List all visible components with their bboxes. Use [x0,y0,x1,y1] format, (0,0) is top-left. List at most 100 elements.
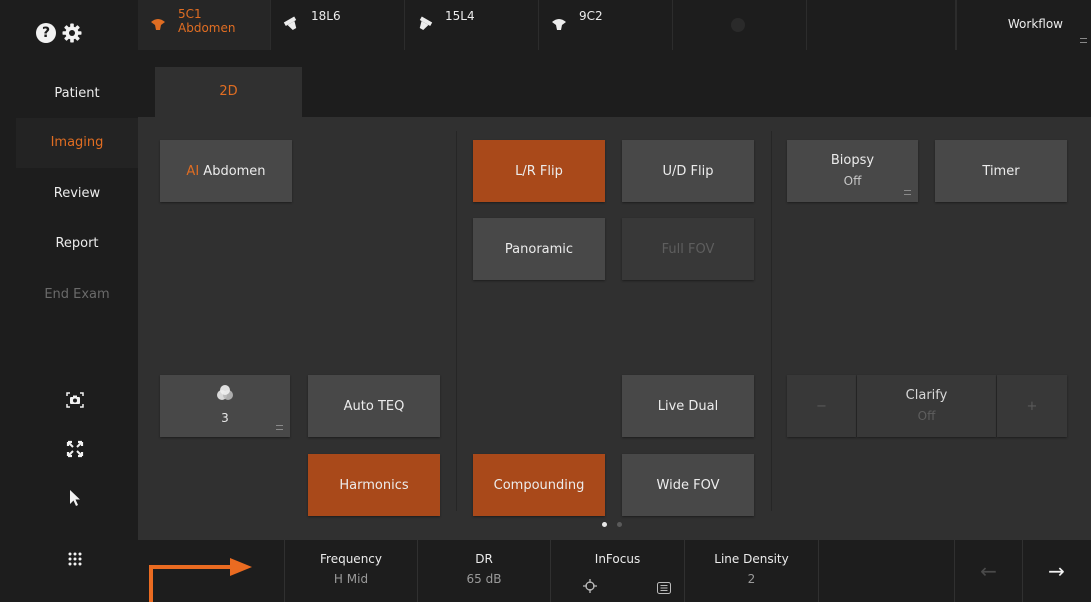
ud-flip-button[interactable]: U/D Flip [622,140,754,202]
crosshair-icon [583,578,597,597]
probe-tab-9c2[interactable]: 9C2 [539,0,673,50]
panoramic-button[interactable]: Panoramic [473,218,605,280]
colorize-icon [216,384,234,408]
wide-fov-label: Wide FOV [656,477,720,493]
clarify-value: Off [917,408,936,423]
arrow-left-icon: ← [980,559,997,583]
minus-icon: − [816,398,827,414]
tab-row: 2D [138,50,1091,117]
ud-flip-label: U/D Flip [662,163,714,179]
frequency-label: Frequency [320,552,382,566]
gear-icon[interactable] [61,22,83,44]
infocus-control[interactable]: InFocus [550,540,684,602]
probe-name: 15L4 [445,9,475,23]
linear-probe-icon [415,13,435,37]
clarify-plus-button[interactable]: + [997,375,1067,437]
frequency-value: H Mid [333,572,369,586]
callout-arrow-shaft [149,565,233,569]
menu-icon [276,425,283,430]
bottom-parameter-bar: Frequency H Mid DR 65 dB InFocus Line De… [138,540,1091,602]
next-page-button[interactable]: → [1022,540,1090,602]
full-fov-label: Full FOV [661,241,715,257]
clarify-button[interactable]: Clarify Off [857,375,996,437]
clarify-minus-button[interactable]: − [787,375,856,437]
probe-preset: Abdomen [178,21,236,35]
probe-name: 5C1 [178,7,202,21]
list-menu-icon[interactable] [657,579,671,598]
panoramic-label: Panoramic [504,241,574,257]
harmonics-label: Harmonics [339,477,409,493]
left-navigation: Patient Imaging Review Report End Exam [0,67,138,602]
probe-bar: 5C1 Abdomen 18L6 15L4 9C2 Workflow [138,0,1091,50]
dr-value: 65 dB [466,572,502,586]
probe-tab-empty[interactable] [673,0,807,50]
biopsy-label: Biopsy [830,152,875,168]
curved-probe-icon [148,13,168,37]
callout-arrow-head [230,558,252,576]
nav-imaging[interactable]: Imaging [16,118,138,168]
probe-placeholder-icon [731,18,745,32]
compounding-label: Compounding [493,477,585,493]
probe-name: 9C2 [579,9,603,23]
nav-report[interactable]: Report [16,219,138,269]
curved-probe-icon [549,13,569,37]
column-divider [771,131,772,511]
clarify-label: Clarify [905,387,948,403]
callout-arrow-stem [149,565,153,602]
timer-button[interactable]: Timer [935,140,1067,202]
lr-flip-button[interactable]: L/R Flip [473,140,605,202]
compounding-button[interactable]: Compounding [473,454,605,516]
ai-prefix: AI [186,163,200,179]
probe-tab-15l4[interactable]: 15L4 [405,0,539,50]
app-grid-icon[interactable] [60,544,90,574]
workflow-label: Workflow [1007,17,1063,31]
dr-control[interactable]: DR 65 dB [417,540,550,602]
probe-tab-18l6[interactable]: 18L6 [271,0,405,50]
fullscreen-icon[interactable] [60,434,90,464]
nav-end-exam[interactable]: End Exam [16,270,138,320]
ai-abdomen-button[interactable]: AI Abdomen [160,140,292,202]
colorize-button[interactable]: 3 [160,375,290,437]
empty-parameter-slot [818,540,952,602]
pointer-icon[interactable] [60,483,90,513]
help-icon[interactable]: ? [36,23,56,43]
auto-teq-label: Auto TEQ [343,398,405,414]
linear-probe-icon [281,13,301,37]
menu-icon [904,190,911,195]
camera-icon[interactable] [60,385,90,415]
ai-label: Abdomen [203,163,266,179]
dr-label: DR [475,552,493,566]
workflow-button[interactable]: Workflow [956,0,1091,50]
probe-name: 18L6 [311,9,341,23]
page-dot[interactable] [617,522,622,527]
page-dot-active[interactable] [602,522,607,527]
live-dual-label: Live Dual [657,398,719,414]
full-fov-button[interactable]: Full FOV [622,218,754,280]
live-dual-button[interactable]: Live Dual [622,375,754,437]
auto-teq-button[interactable]: Auto TEQ [308,375,440,437]
infocus-label: InFocus [594,552,641,566]
line-density-value: 2 [747,572,756,586]
frequency-control[interactable]: Frequency H Mid [284,540,417,602]
probe-tab-5c1[interactable]: 5C1 Abdomen [138,0,271,50]
line-density-label: Line Density [714,552,789,566]
left-toolbar-top: ? [0,0,138,67]
lr-flip-label: L/R Flip [515,163,563,179]
probe-tab-empty-2[interactable] [807,0,956,50]
nav-review[interactable]: Review [16,169,138,219]
harmonics-button[interactable]: Harmonics [308,454,440,516]
control-panel: AI Abdomen L/R Flip U/D Flip Biopsy Off T… [138,117,1091,540]
colorize-value: 3 [221,410,229,425]
biopsy-value: Off [843,173,862,188]
tab-2d[interactable]: 2D [155,67,302,117]
menu-icon [1080,38,1087,43]
wide-fov-button[interactable]: Wide FOV [622,454,754,516]
prev-page-button[interactable]: ← [954,540,1022,602]
nav-patient[interactable]: Patient [16,69,138,119]
line-density-control[interactable]: Line Density 2 [684,540,818,602]
arrow-right-icon: → [1048,559,1065,583]
column-divider [456,131,457,511]
timer-label: Timer [982,163,1020,179]
plus-icon: + [1026,398,1038,414]
biopsy-button[interactable]: Biopsy Off [787,140,918,202]
